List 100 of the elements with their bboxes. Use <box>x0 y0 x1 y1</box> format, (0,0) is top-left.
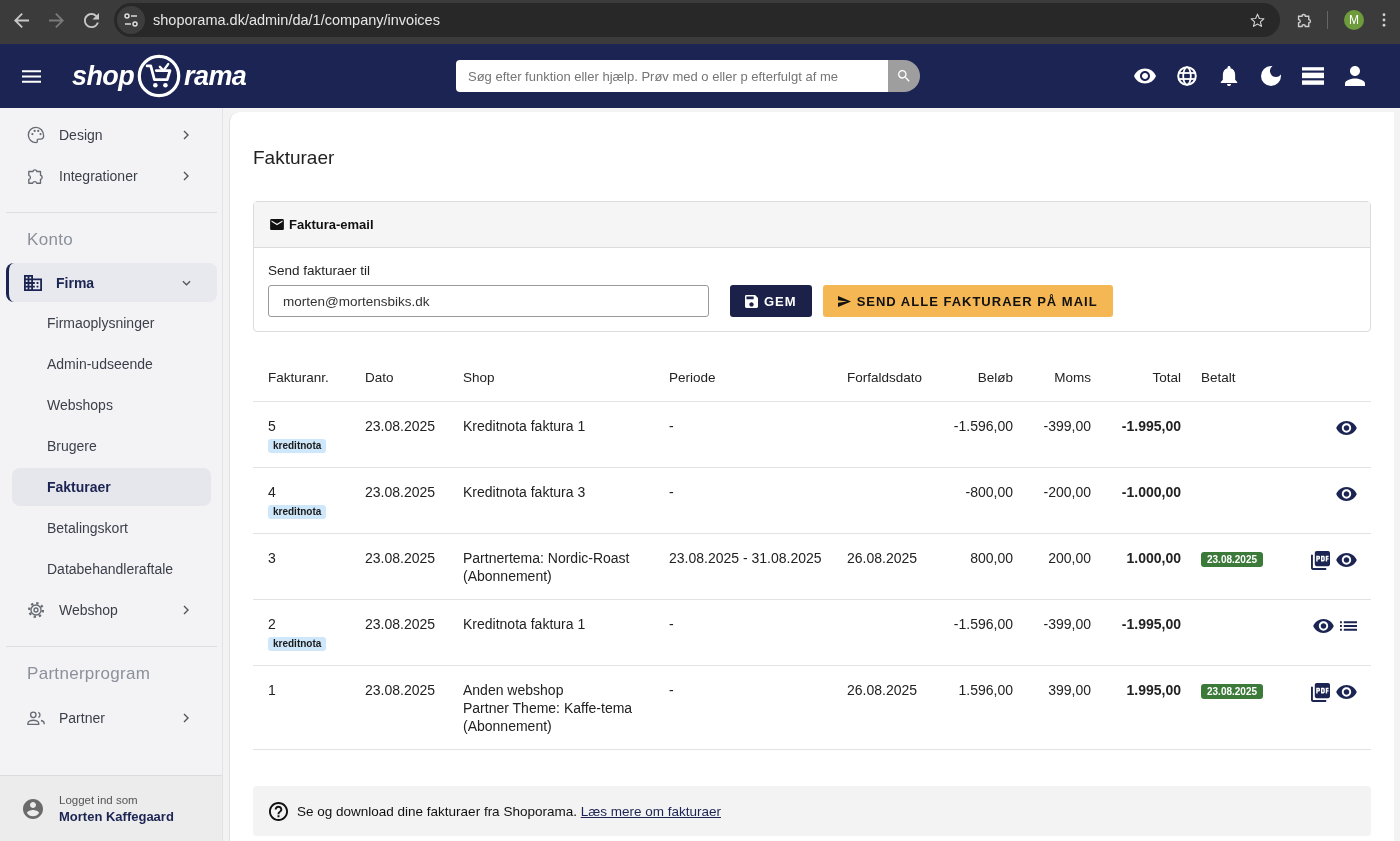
email-field[interactable]: morten@mortensbiks.dk <box>268 285 709 317</box>
due-date: 26.08.2025 <box>847 549 918 567</box>
period: - <box>669 483 674 501</box>
shop-name: Partnertema: Nordic-Roast (Abonnement) <box>463 549 630 585</box>
period: - <box>669 681 674 699</box>
invoice-number: 1 <box>268 681 276 699</box>
total-amount: 1.000,00 <box>1126 549 1181 567</box>
period: - <box>669 615 674 633</box>
total-amount: 1.995,00 <box>1126 681 1181 699</box>
sidebar-subitem[interactable]: Databehandleraftale <box>12 548 211 589</box>
sidebar-item[interactable]: Webshop <box>6 589 217 630</box>
help-icon <box>269 801 288 821</box>
puzzle-piece-icon[interactable] <box>1296 11 1313 29</box>
amount: -800,00 <box>965 483 1013 501</box>
more-menu-icon[interactable] <box>1382 13 1386 27</box>
sidebar-item[interactable]: Design <box>6 114 217 155</box>
back-arrow-icon[interactable] <box>14 12 29 28</box>
amount: 800,00 <box>970 549 1013 567</box>
building-icon <box>24 273 42 292</box>
eye-icon[interactable] <box>1336 685 1357 699</box>
cart-logo-icon <box>137 54 182 98</box>
site-settings-icon[interactable] <box>117 6 145 34</box>
sidebar-heading: Konto <box>26 229 74 251</box>
chevron-right-icon <box>183 129 189 140</box>
stacked-bars-icon[interactable] <box>1302 66 1324 86</box>
sidebar-heading: Partnerprogram <box>26 663 152 685</box>
address-bar[interactable]: shoporama.dk/admin/da/1/company/invoices <box>114 3 1280 37</box>
sidebar-subitem[interactable]: Webshops <box>12 384 211 425</box>
list-icon[interactable] <box>1340 621 1357 631</box>
eye-icon[interactable] <box>1313 619 1334 633</box>
invoice-number: 4 <box>268 483 276 501</box>
paid-date-badge: 23.08.2025 <box>1201 684 1264 699</box>
user-icon[interactable] <box>1344 66 1366 86</box>
column-header: Total <box>1152 370 1181 385</box>
column-header: Shop <box>463 370 495 385</box>
invoice-number: 3 <box>268 549 276 567</box>
total-amount: -1.000,00 <box>1121 483 1181 501</box>
sidebar-item[interactable]: Firma <box>6 263 217 302</box>
pdf-icon[interactable] <box>1311 682 1330 702</box>
invoice-date: 23.08.2025 <box>365 483 436 501</box>
column-header: Betalt <box>1201 370 1236 385</box>
send-icon <box>837 294 851 308</box>
chevron-down-icon <box>182 279 191 286</box>
amount: -1.596,00 <box>953 417 1013 435</box>
gear-icon <box>27 600 45 619</box>
people-icon <box>27 708 45 727</box>
user-name: Morten Kaffegaard <box>59 808 174 824</box>
learn-more-link[interactable]: Læs mere om fakturaer <box>580 803 721 819</box>
eye-icon[interactable] <box>1336 553 1357 567</box>
shop-name: Anden webshop Partner Theme: Kaffe-tema (Abonnement) <box>463 681 633 735</box>
total-amount: -1.995,00 <box>1121 417 1181 435</box>
pdf-icon[interactable] <box>1311 550 1330 570</box>
shop-name: Kreditnota faktura 3 <box>463 483 586 501</box>
chevron-right-icon <box>183 712 189 723</box>
sidebar-subitem[interactable]: Firmaoplysninger <box>12 302 211 343</box>
credit-note-badge: kreditnota <box>268 637 327 651</box>
eye-icon[interactable] <box>1336 421 1357 435</box>
eye-icon[interactable] <box>1336 487 1357 501</box>
logo-wordmark: rama <box>184 62 247 90</box>
invoice-number: 5 <box>268 417 276 435</box>
sidebar-item[interactable]: Integrationer <box>6 155 217 196</box>
shop-name: Kreditnota faktura 1 <box>463 615 586 633</box>
puzzle-piece-icon <box>27 166 45 185</box>
vat-amount: -399,00 <box>1043 417 1091 435</box>
reload-icon[interactable] <box>84 12 99 28</box>
envelope-icon <box>270 219 284 230</box>
vat-amount: 200,00 <box>1048 549 1091 567</box>
search-button[interactable] <box>888 60 920 92</box>
palette-icon <box>27 125 45 144</box>
url-text: shoporama.dk/admin/da/1/company/invoices <box>153 12 441 28</box>
credit-note-badge: kreditnota <box>268 505 327 519</box>
vat-amount: -200,00 <box>1043 483 1091 501</box>
send-all-button[interactable]: SEND ALLE FAKTURAER PÅ MAIL <box>822 285 1113 317</box>
sidebar-subitem[interactable]: Betalingskort <box>12 507 211 548</box>
total-amount: -1.995,00 <box>1121 615 1181 633</box>
paid-date-badge: 23.08.2025 <box>1201 552 1264 567</box>
page-title: Fakturaer <box>253 146 336 170</box>
sidebar-subitem[interactable]: Fakturaer <box>12 467 211 506</box>
save-button[interactable]: GEM <box>730 285 812 317</box>
sidebar-item[interactable]: Partner <box>6 697 217 738</box>
column-header: Periode <box>669 370 716 385</box>
vat-amount: -399,00 <box>1043 615 1091 633</box>
invoice-date: 23.08.2025 <box>365 417 436 435</box>
star-icon[interactable] <box>1249 11 1266 29</box>
amount: -1.596,00 <box>953 615 1013 633</box>
column-header: Fakturanr. <box>268 370 329 385</box>
bell-icon[interactable] <box>1218 66 1240 86</box>
sidebar-subitem[interactable]: Admin-udseende <box>12 343 211 384</box>
sidebar-subitem[interactable]: Brugere <box>12 425 211 466</box>
moon-icon[interactable] <box>1260 66 1282 86</box>
eye-icon[interactable] <box>1134 66 1156 86</box>
search-icon <box>898 70 910 82</box>
column-header: Moms <box>1054 370 1091 385</box>
invoice-date: 23.08.2025 <box>365 615 436 633</box>
shop-name: Kreditnota faktura 1 <box>463 417 586 435</box>
info-text: Se og download dine fakturaer fra Shoporama. Læs mere om fakturaer <box>297 803 721 819</box>
globe-icon[interactable] <box>1176 66 1198 86</box>
menu-icon[interactable] <box>22 69 41 83</box>
search-field[interactable]: Søg efter funktion eller hjælp. Prøv med o eller p efterfulgt af me <box>456 60 888 92</box>
field-label: Send fakturaer til <box>268 263 372 279</box>
